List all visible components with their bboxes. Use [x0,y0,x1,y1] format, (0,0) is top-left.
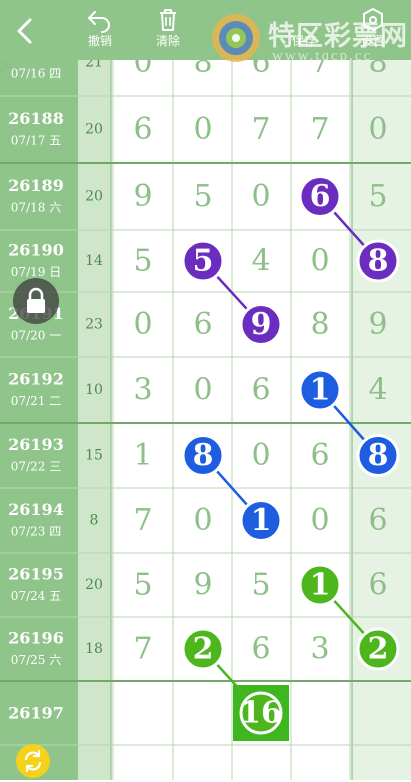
tail-digit: 6 [368,568,387,603]
ball-digit: 1 [310,568,331,603]
refresh-button[interactable] [16,744,50,778]
undo-label: 撤销 [87,34,112,48]
back-button[interactable] [10,14,40,48]
issue-number: 26195 [8,565,64,584]
trend-grid[interactable]: 2618707/16 四210867882618807/17 五20607702… [0,0,411,780]
ball-digit: 8 [193,438,214,473]
issue-date: 07/19 日 [11,265,61,279]
repeat-count: 18 [85,641,103,657]
issue-date: 07/18 六 [11,201,61,215]
repeat-count: 15 [85,448,103,464]
digit-cell: 5 [251,568,270,603]
undo-icon [88,11,110,33]
digit-cell: 5 [133,568,152,603]
digit-cell: 0 [193,503,212,538]
repeat-count: 8 [90,513,99,529]
digit-cell: 6 [133,112,152,147]
digit-cell: 5 [133,244,152,279]
site-logo-icon [212,14,260,62]
site-watermark: 特区彩票网 www.tqcp.cc [208,8,408,68]
issue-number: 26188 [8,109,64,128]
clear-button[interactable]: 清除 [138,6,198,56]
digit-cell: 9 [133,179,152,214]
issue-number: 26193 [8,435,64,454]
issue-date: 07/24 五 [11,589,61,603]
repeat-count: 20 [85,577,103,593]
issue-date: 07/25 六 [11,653,61,667]
repeat-count: 10 [85,382,103,398]
watermark-url: www.tqcp.cc [272,48,373,64]
repeat-count: 20 [85,122,103,138]
digit-cell: 0 [251,438,270,473]
issue-number: 26192 [8,370,64,389]
ball-digit: 1 [251,503,272,538]
digit-cell: 1 [133,438,152,473]
ball-digit: 8 [368,244,389,279]
issue-date: 07/20 一 [11,329,61,343]
issue-number: 26197 [8,704,64,723]
digit-cell: 5 [193,179,212,214]
trash-icon [160,9,176,31]
repeat-count: 20 [85,189,103,205]
ball-digit: 2 [193,632,214,667]
ball-digit: 2 [368,632,389,667]
issue-date: 07/16 四 [11,67,61,81]
issue-number: 26196 [8,629,64,648]
digit-cell: 8 [310,307,329,342]
issue-date: 07/22 三 [11,460,61,474]
issue-number: 26189 [8,176,64,195]
digit-cell: 7 [133,503,152,538]
digit-cell: 0 [193,373,212,408]
digit-cell: 0 [193,112,212,147]
undo-button[interactable]: 撤销 [70,6,130,56]
issue-date: 07/17 五 [11,134,61,148]
ball-digit: 6 [310,179,331,214]
ball-digit: 5 [193,244,214,279]
digit-cell: 3 [310,632,329,667]
chevron-left-icon [17,18,32,44]
lock-icon [27,287,45,313]
tail-digit: 9 [368,307,387,342]
digit-cell: 7 [133,632,152,667]
digit-cell: 6 [310,438,329,473]
digit-cell: 3 [133,373,152,408]
digit-cell: 6 [251,632,270,667]
digit-cell: 7 [251,112,270,147]
issue-date: 07/21 二 [11,394,61,408]
digit-cell: 0 [310,244,329,279]
tail-digit: 5 [368,179,387,214]
digit-cell: 6 [251,373,270,408]
issue-date: 07/23 四 [11,525,61,539]
lock-button[interactable] [13,278,59,324]
issue-number: 26190 [8,241,64,260]
digit-cell: 4 [251,244,270,279]
clear-label: 清除 [155,34,180,48]
digit-cell: 0 [251,179,270,214]
digit-cell: 0 [310,503,329,538]
repeat-count: 23 [85,317,103,333]
ball-digit: 1 [310,373,331,408]
refresh-icon [24,749,42,773]
digit-cell: 9 [193,568,212,603]
digit-cell: 6 [193,307,212,342]
ball-digit: 9 [251,307,272,342]
ball-digit: 16 [240,696,282,731]
repeat-count: 14 [85,253,103,269]
issue-number: 26194 [8,500,64,519]
digit-cell: 0 [133,307,152,342]
digit-cell: 7 [310,112,329,147]
tail-digit: 4 [368,373,387,408]
tail-digit: 6 [368,503,387,538]
ball-digit: 8 [368,438,389,473]
tail-digit: 0 [368,112,387,147]
